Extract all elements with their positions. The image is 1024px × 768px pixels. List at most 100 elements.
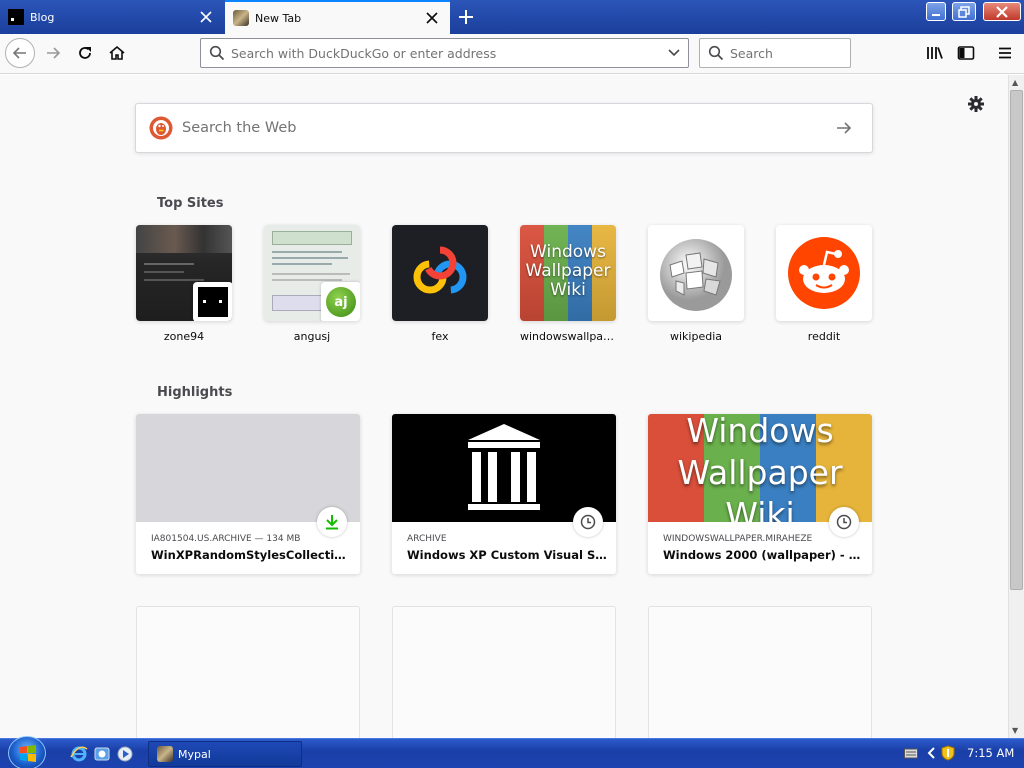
search-input[interactable]	[730, 45, 850, 61]
taskbar-button-label: Mypal	[178, 747, 211, 761]
close-tab-icon[interactable]	[194, 5, 218, 29]
scroll-up-arrow-icon[interactable]: ▲	[1012, 78, 1018, 87]
new-tab-button[interactable]	[452, 3, 480, 31]
highlight-title: WinXPRandomStylesCollection.7z	[151, 548, 351, 562]
sidebar-icon	[957, 46, 975, 60]
restore-button[interactable]	[952, 2, 976, 21]
library-icon	[927, 47, 943, 59]
wikipedia-globe-icon	[660, 239, 732, 311]
site-thumbnail	[392, 225, 488, 321]
site-label: wikipedia	[669, 330, 722, 343]
top-site-wikipedia[interactable]: wikipedia	[648, 225, 744, 343]
home-button[interactable]	[102, 38, 132, 68]
site-thumbnail	[776, 225, 872, 321]
highlight-card[interactable]: IA801504.US.ARCHIVE — 134 MB WinXPRandom…	[136, 414, 360, 574]
duckduckgo-logo-icon	[149, 116, 173, 140]
url-input[interactable]	[231, 45, 666, 61]
close-tab-icon[interactable]	[420, 6, 444, 30]
search-icon	[209, 45, 225, 61]
windows-logo-icon	[20, 745, 36, 762]
site-thumbnail	[648, 225, 744, 321]
site-thumbnail: aj	[264, 225, 360, 321]
highlight-thumbnail	[136, 414, 360, 522]
tab-title: Blog	[30, 10, 55, 24]
web-search-input[interactable]	[182, 120, 828, 136]
taskbar-button-mypal[interactable]: Mypal	[148, 741, 302, 767]
home-icon	[109, 45, 125, 60]
forward-arrow-icon	[47, 47, 61, 59]
clock-icon	[573, 507, 603, 537]
scroll-down-arrow-icon[interactable]: ▼	[1012, 726, 1018, 735]
site-thumbnail: Windows Wallpaper Wiki	[520, 225, 616, 321]
web-search-box[interactable]	[135, 103, 873, 153]
zone94-favicon-icon	[193, 282, 232, 321]
close-window-button[interactable]	[983, 2, 1021, 21]
highlight-card[interactable]: ARCHIVE Windows XP Custom Visual Style..…	[392, 414, 616, 574]
highlight-source: ARCHIVE	[407, 534, 447, 544]
reload-icon	[79, 47, 91, 59]
search-icon	[708, 45, 724, 61]
site-label: zone94	[163, 330, 205, 343]
navigation-toolbar	[0, 34, 1024, 74]
clock-icon	[829, 507, 859, 537]
url-bar[interactable]	[200, 38, 689, 68]
new-tab-page: Top Sites zone94 aj	[0, 75, 1008, 738]
highlight-card[interactable]: Windows Wallpaper Wiki WINDOWSWALLPAPER.…	[648, 414, 872, 574]
settings-gear-icon[interactable]	[966, 94, 986, 114]
top-site-zone94[interactable]: zone94	[136, 225, 232, 343]
download-icon	[317, 507, 347, 537]
highlight-thumbnail: Windows Wallpaper Wiki	[648, 414, 872, 522]
library-button[interactable]	[920, 38, 950, 68]
tab-strip: Blog New Tab	[0, 0, 1024, 34]
chevron-down-icon[interactable]	[665, 43, 683, 63]
forward-button[interactable]	[38, 38, 68, 68]
highlight-placeholder	[648, 606, 872, 738]
site-label: reddit	[807, 330, 841, 343]
taskbar: Mypal 7:15 AM	[0, 736, 1024, 768]
back-arrow-icon	[12, 47, 26, 59]
archive-building-icon	[468, 424, 540, 510]
search-go-arrow-icon[interactable]	[828, 112, 860, 144]
sidebar-button[interactable]	[951, 38, 981, 68]
reload-button[interactable]	[70, 38, 100, 68]
site-thumbnail	[136, 225, 232, 321]
chevron-left-icon[interactable]	[927, 747, 935, 762]
highlight-title: Windows XP Custom Visual Style...	[407, 548, 607, 562]
minimize-button[interactable]	[926, 2, 946, 21]
top-site-angusj[interactable]: aj angusj	[264, 225, 360, 343]
highlight-title: Windows 2000 (wallpaper) - Win...	[663, 548, 863, 562]
tab-title: New Tab	[255, 11, 302, 25]
site-label: windowswallpaper...	[520, 330, 616, 343]
angusj-favicon-icon: aj	[321, 282, 360, 321]
fex-logo-icon	[413, 246, 467, 294]
tab-blog[interactable]: Blog	[0, 0, 224, 34]
menu-button[interactable]	[990, 38, 1020, 68]
start-button[interactable]	[8, 736, 46, 768]
mypal-favicon-icon	[233, 10, 249, 26]
vertical-scrollbar[interactable]: ▲ ▼	[1008, 75, 1024, 738]
shield-icon[interactable]	[941, 745, 955, 764]
reddit-logo-icon	[788, 237, 860, 309]
top-site-fex[interactable]: fex	[392, 225, 488, 343]
highlight-placeholder	[136, 606, 360, 738]
highlight-source: IA801504.US.ARCHIVE — 134 MB	[151, 534, 301, 544]
mypal-favicon-icon	[157, 746, 173, 762]
search-bar[interactable]	[699, 38, 851, 68]
site-label: angusj	[293, 330, 331, 343]
highlight-placeholder	[392, 606, 616, 738]
back-button[interactable]	[5, 38, 35, 68]
top-sites-heading: Top Sites	[157, 196, 224, 211]
keyboard-icon[interactable]	[904, 747, 918, 762]
media-player-icon[interactable]	[116, 745, 134, 763]
site-label: fex	[431, 330, 449, 343]
highlight-source: WINDOWSWALLPAPER.MIRAHEZE	[663, 534, 813, 544]
top-site-reddit[interactable]: reddit	[776, 225, 872, 343]
highlights-heading: Highlights	[157, 385, 233, 400]
internet-explorer-icon[interactable]	[70, 745, 88, 763]
explorer-icon[interactable]	[93, 745, 111, 763]
scrollbar-thumb[interactable]	[1010, 90, 1023, 590]
tab-new-tab[interactable]: New Tab	[225, 0, 450, 34]
hamburger-icon	[999, 47, 1011, 59]
highlight-thumbnail	[392, 414, 616, 522]
top-site-windowswallpaper[interactable]: Windows Wallpaper Wiki windowswallpaper.…	[520, 225, 616, 343]
